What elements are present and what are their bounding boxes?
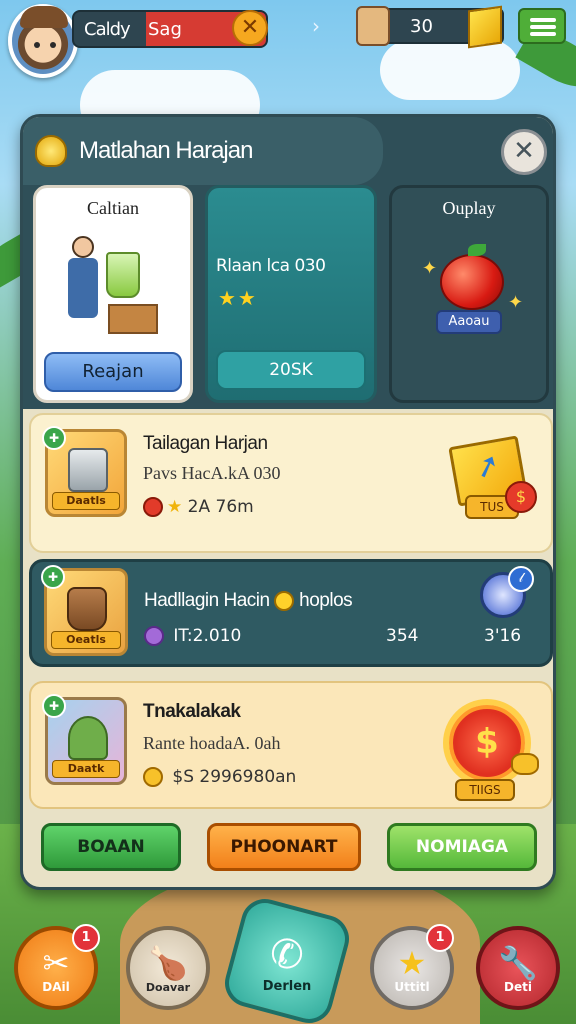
card-3-tag[interactable]: Aaoau <box>436 310 502 334</box>
quest-thumb: ✚ Daatk <box>42 694 127 785</box>
menu-button[interactable] <box>518 8 566 44</box>
thumb-label: Oeatls <box>51 631 121 649</box>
eye <box>50 42 56 48</box>
quest-value-end: 3'16 <box>484 626 522 646</box>
quest-row-1[interactable]: ✚ Daatls Tailagan Harjan Pavs HacA.kA 03… <box>29 413 553 553</box>
quest-subtitle: Pavs HacA.kA 030 <box>143 463 281 483</box>
quest-row-2[interactable]: ✚ Oeatls Hadllagin Hacin hoplos IT:2.010… <box>29 559 553 667</box>
quest-title-suffix: hoplos <box>299 590 353 611</box>
quest-meta-value: $S 2996980an <box>172 767 297 787</box>
nav-label: Uttitl <box>394 980 430 994</box>
panel-close-button[interactable]: ✕ <box>501 129 547 175</box>
chevron-right-icon: › <box>312 14 320 38</box>
middle-action-button[interactable]: PHOONART <box>207 823 361 871</box>
sparkle-icon: ✦ <box>422 258 438 279</box>
reward-tag: TIIGS <box>455 779 515 801</box>
quest-subtitle: Rante hoadaA. 0ah <box>143 733 281 753</box>
eye <box>34 42 40 48</box>
coin-icon <box>274 590 295 611</box>
star-icon: ★ <box>167 497 183 517</box>
left-action-button[interactable]: BOAAN <box>41 823 181 871</box>
plus-badge-icon: ✚ <box>42 694 66 718</box>
person-icon <box>68 716 108 760</box>
card-title: Caltian <box>87 198 139 218</box>
offer-card-1[interactable]: Caltian Reajan <box>33 185 193 403</box>
menu-line <box>530 32 556 36</box>
panel-header: Matlahan Harajan ✕ <box>23 117 553 187</box>
thumb-label: Daatls <box>52 492 120 510</box>
notification-badge: 1 <box>72 924 100 952</box>
coin-icon <box>143 497 163 517</box>
main-panel: Matlahan Harajan ✕ Caltian Reajan Rlaan … <box>20 114 556 890</box>
quest-meta-value: 2A 76m <box>187 497 254 517</box>
quest-meta: ★ 2A 76m <box>143 497 254 517</box>
sparkle-icon: ✦ <box>508 292 524 313</box>
panel-title-tab: Matlahan Harajan <box>23 117 383 185</box>
quest-meta: $S 2996980an <box>143 767 296 787</box>
quest-title-text: Hadllagin Hacin <box>144 590 270 611</box>
nav-label: Doavar <box>145 981 191 994</box>
quest-row-3[interactable]: ✚ Daatk Tnakalakak Rante hoadaA. 0ah $S … <box>29 681 553 809</box>
nav-button-2[interactable]: 🍗 Doavar <box>126 926 210 1010</box>
quest-value-mid: 354 <box>386 626 419 646</box>
tomato-icon <box>440 254 504 310</box>
thumb-label: Daatk <box>52 760 120 778</box>
phone-icon: ✆ <box>270 932 304 978</box>
juice-cup-icon <box>106 252 140 298</box>
close-icon[interactable]: ✕ <box>232 10 268 46</box>
top-bar: Caldy Sag ✕ › 30 <box>0 0 576 80</box>
player-avatar[interactable] <box>8 4 78 78</box>
quest-thumb: ✚ Oeatls <box>41 565 128 656</box>
pot-icon <box>68 448 108 492</box>
offer-card-2[interactable]: Rlaan lca 030 ★★ 20SK <box>205 185 377 403</box>
plus-badge-icon: ✚ <box>41 565 65 589</box>
card-1-button[interactable]: Reajan <box>44 352 182 392</box>
quest-title: Tnakalakak <box>143 701 241 722</box>
quest-meta: IT:2.010 <box>144 626 241 646</box>
right-action-button[interactable]: NOMIAGA <box>387 823 537 871</box>
juice-vendor-illustration <box>66 232 162 336</box>
quest-title: Hadllagin Hacin hoplos <box>144 590 353 612</box>
crate-icon <box>108 304 158 334</box>
dollar-coin-icon: $ <box>505 481 537 513</box>
quest-thumb: ✚ Daatls <box>42 426 127 517</box>
plus-badge-icon: ✚ <box>42 426 66 450</box>
nav-button-3[interactable]: ✆ Derlen <box>219 893 355 1024</box>
quest-meta-value: IT:2.010 <box>173 626 242 646</box>
nav-button-5[interactable]: 🔧 Deti <box>476 926 560 1010</box>
wrench-icon: 🔧 <box>498 944 538 982</box>
nav-button-1[interactable]: ✂ DAil 1 <box>14 924 100 1010</box>
menu-line <box>530 18 556 22</box>
player-tag-label: Sag <box>148 19 182 40</box>
panel-title: Matlahan Harajan <box>79 137 253 164</box>
person-head <box>72 236 94 258</box>
coin-icon <box>143 767 163 787</box>
card-2-button[interactable]: 20SK <box>216 350 366 390</box>
currency-box[interactable]: 30 <box>356 5 504 49</box>
offer-card-3[interactable]: Ouplay ✦ ✦ Aaoau <box>389 185 549 403</box>
character-portrait-icon <box>356 6 390 46</box>
currency-value: 30 <box>410 16 433 37</box>
card-info: Rlaan lca 030 <box>216 256 326 276</box>
nav-label: DAil <box>42 980 70 994</box>
menu-line <box>530 25 556 29</box>
gem-icon <box>144 626 164 646</box>
notification-badge: 1 <box>426 924 454 952</box>
nav-button-4[interactable]: ★ Uttitl 1 <box>370 924 454 1010</box>
player-name: Caldy <box>84 19 131 40</box>
coin-stack-icon <box>511 753 539 775</box>
hat-icon <box>20 6 68 28</box>
bell-icon <box>35 135 67 167</box>
leaf-icon <box>468 244 486 256</box>
person-body <box>68 258 98 318</box>
quest-title: Tailagan Harjan <box>143 433 268 454</box>
nav-label: Derlen <box>262 979 312 994</box>
chicken-leg-icon: 🍗 <box>148 944 188 982</box>
info-badge-icon: 𝓁 <box>508 566 534 592</box>
star-rating-icon: ★★ <box>218 286 258 310</box>
card-title: Ouplay <box>442 198 496 218</box>
barrel-icon <box>67 587 107 631</box>
nav-label: Deti <box>504 980 532 994</box>
gold-bar-icon <box>468 5 502 49</box>
